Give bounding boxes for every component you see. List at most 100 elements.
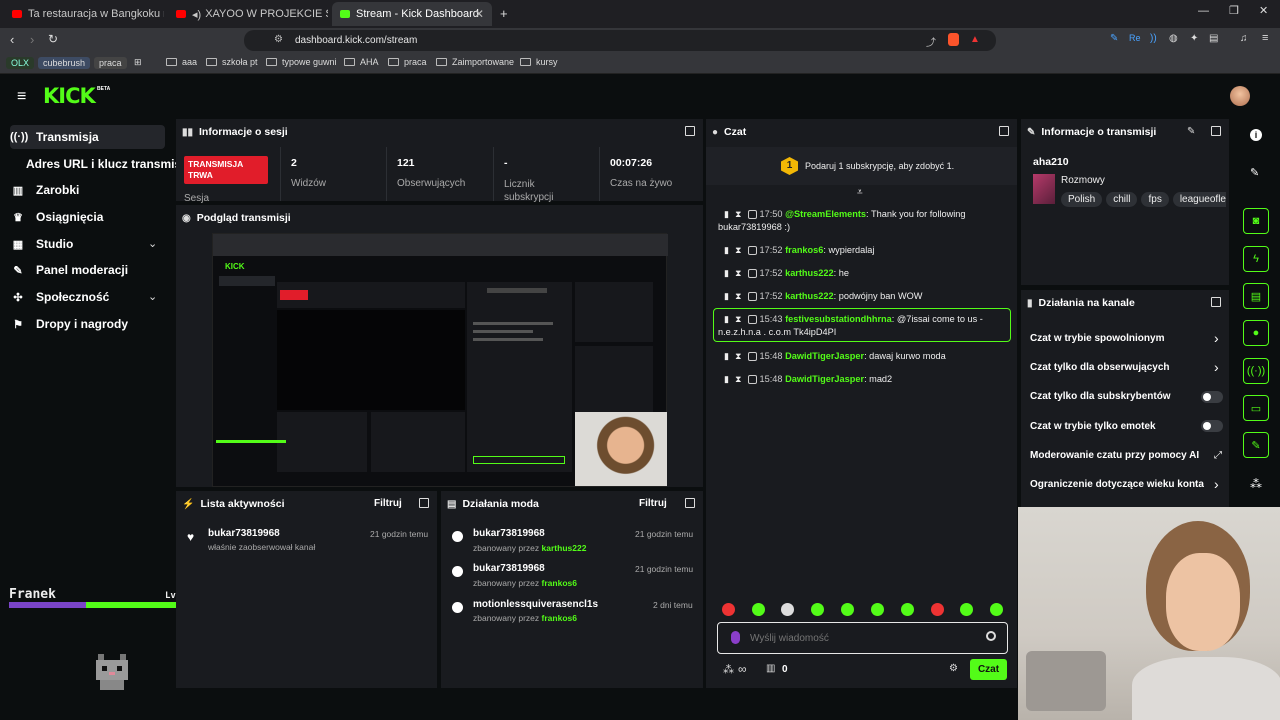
emote-icon[interactable] bbox=[960, 603, 973, 616]
minimize-icon[interactable]: — bbox=[1198, 6, 1209, 17]
option-slow-mode[interactable]: Czat w trybie spowolnionym bbox=[1030, 333, 1225, 344]
rail-bolt-icon[interactable]: ϟ bbox=[1243, 246, 1269, 272]
chevron-down-icon[interactable]: ⌄ bbox=[148, 290, 157, 303]
emote-icon[interactable] bbox=[722, 603, 735, 616]
mod-action-user[interactable]: bukar73819968 bbox=[473, 563, 545, 574]
sidebar-item-studio[interactable]: ▦ Studio bbox=[10, 232, 74, 256]
option-emote-only[interactable]: Czat w trybie tylko emotek bbox=[1030, 421, 1225, 432]
option-followers-only[interactable]: Czat tylko dla obserwujących bbox=[1030, 362, 1225, 373]
filter-button[interactable]: Filtruj bbox=[639, 498, 667, 509]
timeout-icon[interactable]: ⧗ bbox=[735, 291, 741, 301]
extension-icon[interactable]: ◍ bbox=[1169, 34, 1178, 44]
bookmark-folder[interactable]: AHA bbox=[344, 57, 379, 67]
timeout-icon[interactable]: ⧗ bbox=[735, 374, 741, 384]
bookmark-folder[interactable]: kursy bbox=[520, 57, 558, 67]
back-icon[interactable]: ‹ bbox=[10, 33, 14, 46]
preview-video[interactable]: KICK bbox=[212, 233, 668, 487]
emoji-icon[interactable] bbox=[986, 631, 996, 641]
bookmark-folder[interactable]: praca bbox=[388, 57, 427, 67]
apps-grid-icon[interactable]: ⊞ bbox=[134, 57, 142, 68]
tag[interactable]: chill bbox=[1106, 192, 1138, 207]
stream-category[interactable]: Rozmowy bbox=[1061, 175, 1105, 186]
share-icon[interactable]: ⤴ bbox=[926, 34, 936, 49]
brave-shield-icon[interactable] bbox=[948, 33, 959, 46]
info-icon[interactable]: i bbox=[1250, 129, 1262, 141]
activity-user[interactable]: bukar73819968 bbox=[208, 528, 280, 539]
pin-icon[interactable]: ▮ bbox=[724, 374, 729, 384]
chat-input-box[interactable] bbox=[717, 622, 1008, 654]
chat-username[interactable]: karthus222 bbox=[785, 268, 834, 278]
address-bar[interactable]: ⚙ dashboard.kick.com/stream ⤴ ▲ bbox=[244, 30, 996, 51]
chat-username[interactable]: DawidTigerJasper bbox=[785, 351, 864, 361]
emote-icon[interactable] bbox=[811, 603, 824, 616]
tag[interactable]: leagueofle bbox=[1172, 192, 1226, 207]
tag[interactable]: Polish bbox=[1061, 192, 1103, 207]
chat-username[interactable]: DawidTigerJasper bbox=[785, 374, 864, 384]
popout-icon[interactable] bbox=[1211, 126, 1221, 136]
mod-action-by[interactable]: frankos6 bbox=[542, 578, 577, 588]
users-icon[interactable]: ⁂ bbox=[723, 663, 734, 676]
chevron-right-icon[interactable]: › bbox=[1214, 330, 1219, 346]
mod-action-user[interactable]: bukar73819968 bbox=[473, 528, 545, 539]
popout-icon[interactable] bbox=[685, 498, 695, 508]
bookmark-folder[interactable]: Zaimportowane bbox=[436, 57, 514, 67]
chat-message[interactable]: ▮ ⧗ 15:48 DawidTigerJasper: dawaj kurwo mo… bbox=[718, 350, 1010, 363]
forward-icon[interactable]: › bbox=[30, 33, 34, 46]
mod-action-user[interactable]: motionlessquiverasencl1s bbox=[473, 599, 598, 610]
bookmark-folder[interactable]: typowe guwni bbox=[266, 57, 337, 67]
sidebar-item-stream-key[interactable]: Adres URL i klucz transmisji bbox=[26, 152, 188, 176]
timeout-icon[interactable]: ⧗ bbox=[735, 245, 741, 255]
extensions-puzzle-icon[interactable]: ✦ bbox=[1190, 34, 1198, 44]
sidebar-item-dropy[interactable]: ⚑ Dropy i nagrody bbox=[10, 312, 128, 336]
chat-username[interactable]: @StreamElements bbox=[785, 209, 866, 219]
edit-icon[interactable]: ✎ bbox=[1187, 126, 1195, 137]
rewards-icon[interactable]: ▲ bbox=[970, 34, 980, 45]
chevron-right-icon[interactable]: › bbox=[1214, 476, 1219, 492]
bookmark-item[interactable]: OLX bbox=[6, 57, 35, 69]
chat-message[interactable]: ▮ ⧗ 17:50 @StreamElements: Thank you for f… bbox=[718, 208, 1010, 234]
reload-icon[interactable]: ↻ bbox=[48, 33, 58, 45]
popout-icon[interactable] bbox=[999, 126, 1009, 136]
emote-icon[interactable] bbox=[781, 603, 794, 616]
send-chat-button[interactable]: Czat bbox=[970, 659, 1007, 680]
close-tab-icon[interactable]: ✕ bbox=[474, 7, 484, 21]
hamburger-menu-icon[interactable]: ≡ bbox=[17, 88, 26, 106]
rail-chat-icon[interactable]: ● bbox=[1243, 320, 1269, 346]
browser-tab[interactable]: Ta restauracja w Bangkoku rozwaliła bbox=[4, 2, 164, 26]
chat-input[interactable] bbox=[750, 628, 970, 648]
sidebar-item-osiagniecia[interactable]: ♛ Osiągnięcia bbox=[10, 205, 103, 229]
pin-icon[interactable]: ▮ bbox=[724, 209, 729, 219]
browser-tab[interactable]: ◂) XAYOO W PROJEKCIE SUCHARAT bbox=[168, 2, 328, 26]
menu-icon[interactable]: ≡ bbox=[1262, 33, 1268, 44]
timeout-icon[interactable]: ⧗ bbox=[735, 209, 741, 219]
chat-username[interactable]: karthus222 bbox=[785, 291, 834, 301]
sidebar-item-spolecznosc[interactable]: ✣ Społeczność bbox=[10, 285, 109, 309]
rail-broadcast-icon[interactable]: ((·)) bbox=[1243, 358, 1269, 384]
bookmark-folder[interactable]: aaa bbox=[166, 57, 197, 67]
emote-icon[interactable] bbox=[990, 603, 1003, 616]
chat-message[interactable]: ▮ ⧗ 17:52 karthus222: he bbox=[718, 267, 1010, 280]
chat-message[interactable]: ▮ ⧗ 17:52 karthus222: podwójny ban WOW bbox=[718, 290, 1010, 303]
chat-message[interactable]: ▮ ⧗ 17:52 frankos6: wypierdalaj bbox=[718, 244, 1010, 257]
pin-icon[interactable]: ▮ bbox=[724, 268, 729, 278]
microphone-icon[interactable] bbox=[731, 631, 740, 644]
bookmark-folder[interactable]: szkoła pt bbox=[206, 57, 258, 67]
mod-action-by[interactable]: frankos6 bbox=[542, 613, 577, 623]
external-link-icon[interactable]: ⤢ bbox=[1214, 450, 1222, 461]
restore-icon[interactable]: ❐ bbox=[1229, 6, 1239, 17]
timeout-icon[interactable]: ⧗ bbox=[735, 351, 741, 361]
sidebar-item-panel-moderacji[interactable]: ✎ Panel moderacji bbox=[10, 258, 128, 282]
pencil-icon[interactable]: ✎ bbox=[1250, 166, 1259, 179]
site-info-icon[interactable]: ⚙ bbox=[274, 34, 283, 45]
community-icon[interactable]: ⁂ bbox=[1250, 477, 1262, 491]
popout-icon[interactable] bbox=[685, 126, 695, 136]
option-ai-moderation[interactable]: Moderowanie czatu przy pomocy AI bbox=[1030, 450, 1225, 461]
extension-icon[interactable]: Re bbox=[1129, 34, 1141, 43]
window-close-icon[interactable]: ✕ bbox=[1259, 6, 1268, 17]
chat-message[interactable]: ▮ ⧗ 15:48 DawidTigerJasper: mad2 bbox=[718, 373, 1010, 386]
emote-only-toggle[interactable] bbox=[1201, 420, 1223, 432]
rail-camera-icon[interactable]: ◙ bbox=[1243, 208, 1269, 234]
popout-icon[interactable] bbox=[1211, 297, 1221, 307]
extension-icon[interactable]: )) bbox=[1150, 34, 1157, 44]
sidebar-item-transmisja[interactable]: ((·)) Transmisja bbox=[10, 125, 99, 149]
